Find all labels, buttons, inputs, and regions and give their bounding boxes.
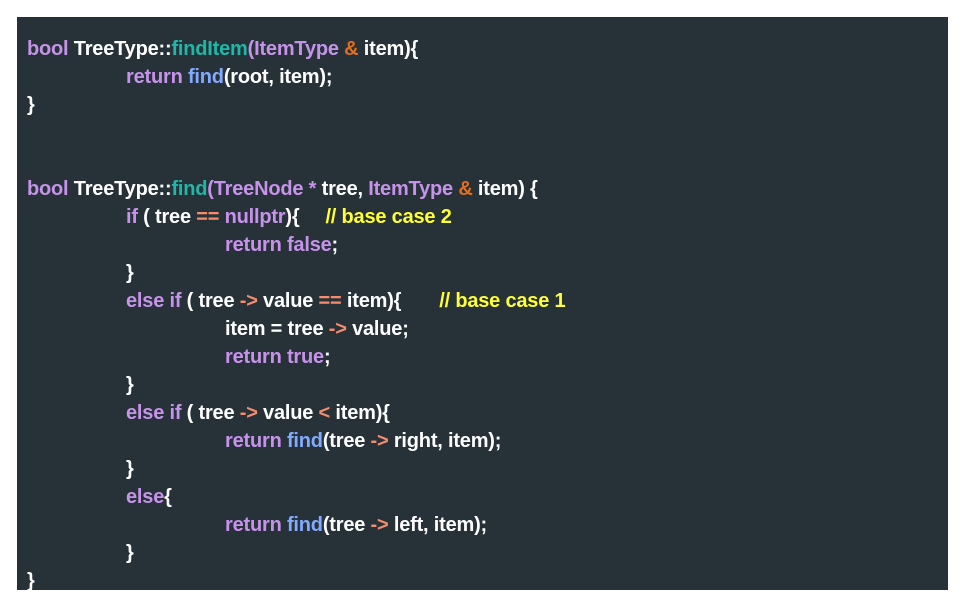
comment: // base case 2 (325, 206, 452, 228)
ampersand: & (344, 38, 359, 60)
code-line-1: bool TreeType::findItem(ItemType & item)… (27, 35, 948, 63)
opening-brace: { (164, 486, 172, 508)
operator-arrow: -> (328, 318, 347, 340)
code-line-8: else if ( tree -> value == item){ // base… (27, 287, 948, 315)
condition-close: item){ (341, 290, 402, 312)
closing-brace: } (27, 94, 35, 116)
code-line-16: return find(tree -> left, item); (27, 511, 948, 539)
call-args-rest: left, item); (388, 514, 487, 536)
function-name: findItem (171, 38, 248, 60)
operator-arrow: -> (239, 402, 258, 424)
class-scope: TreeType:: (68, 178, 172, 200)
params-rest: item) { (472, 178, 538, 200)
code-line-5: if ( tree == nullptr){ // base case 2 (27, 203, 948, 231)
operator-eq: == (196, 206, 220, 228)
code-line-4: bool TreeType::find(TreeNode * tree, Ite… (27, 175, 948, 203)
type-name: TreeNode (213, 178, 304, 200)
member-value: value (257, 290, 319, 312)
call-args-open: (tree (322, 430, 371, 452)
closing-brace: } (126, 262, 134, 284)
class-scope: TreeType:: (68, 38, 172, 60)
closing-brace: } (27, 570, 35, 592)
type-name: ItemType (368, 178, 453, 200)
keyword-return: return (225, 234, 282, 256)
function-call: find (281, 514, 323, 536)
keyword-return: return (225, 514, 282, 536)
code-line-13: return find(tree -> right, item); (27, 427, 948, 455)
code-line-12: else if ( tree -> value < item){ (27, 399, 948, 427)
function-call: find (281, 430, 323, 452)
code-line-7: } (27, 259, 948, 287)
condition-close: item){ (330, 402, 390, 424)
member-value: value (257, 402, 319, 424)
keyword-bool: bool (27, 38, 69, 60)
code-panel: bool TreeType::findItem(ItemType & item)… (17, 17, 948, 592)
params-rest: item){ (358, 38, 419, 60)
keyword-nullptr: nullptr (224, 206, 286, 228)
assign-lhs: item = tree (225, 318, 329, 340)
code-line-9: item = tree -> value; (27, 315, 948, 343)
keyword-false: false (281, 234, 332, 256)
code-line-6: return false; (27, 231, 948, 259)
condition-close: ){ (285, 206, 300, 228)
code-line-18: } (27, 567, 948, 595)
ampersand: & (458, 178, 473, 200)
semicolon: ; (323, 346, 331, 368)
operator-arrow: -> (239, 290, 258, 312)
call-args-rest: right, item); (388, 430, 502, 452)
closing-brace: } (126, 458, 134, 480)
comment: // base case 1 (439, 290, 566, 312)
call-args-open: (tree (322, 514, 371, 536)
code-line-10: return true; (27, 343, 948, 371)
condition-open: ( tree (181, 290, 240, 312)
code-line-11: } (27, 371, 948, 399)
closing-brace: } (126, 542, 134, 564)
code-line-14: } (27, 455, 948, 483)
call-args: (root, item); (223, 66, 333, 88)
keyword-return: return (225, 430, 282, 452)
type-name: ItemType (254, 38, 339, 60)
condition-open: ( tree (181, 402, 240, 424)
operator-eq: == (318, 290, 342, 312)
condition-open: ( tree (137, 206, 197, 228)
keyword-true: true (281, 346, 324, 368)
keyword-else: else (126, 486, 165, 508)
member-value: value; (346, 318, 409, 340)
code-line-2: return find(root, item); (27, 63, 948, 91)
keyword-bool: bool (27, 178, 69, 200)
pointer-star: * (303, 178, 317, 200)
keyword-else-if: else if (126, 402, 182, 424)
operator-arrow: -> (370, 430, 389, 452)
semicolon: ; (331, 234, 339, 256)
function-name: find (171, 178, 208, 200)
operator-arrow: -> (370, 514, 389, 536)
closing-brace: } (126, 374, 134, 396)
keyword-else-if: else if (126, 290, 182, 312)
code-line-3: } (27, 91, 948, 119)
keyword-return: return (126, 66, 183, 88)
code-line-15: else{ (27, 483, 948, 511)
param-tree: tree, (316, 178, 369, 200)
keyword-if: if (126, 206, 138, 228)
function-call: find (182, 66, 224, 88)
keyword-return: return (225, 346, 282, 368)
code-line-17: } (27, 539, 948, 567)
operator-lt: < (318, 402, 331, 424)
